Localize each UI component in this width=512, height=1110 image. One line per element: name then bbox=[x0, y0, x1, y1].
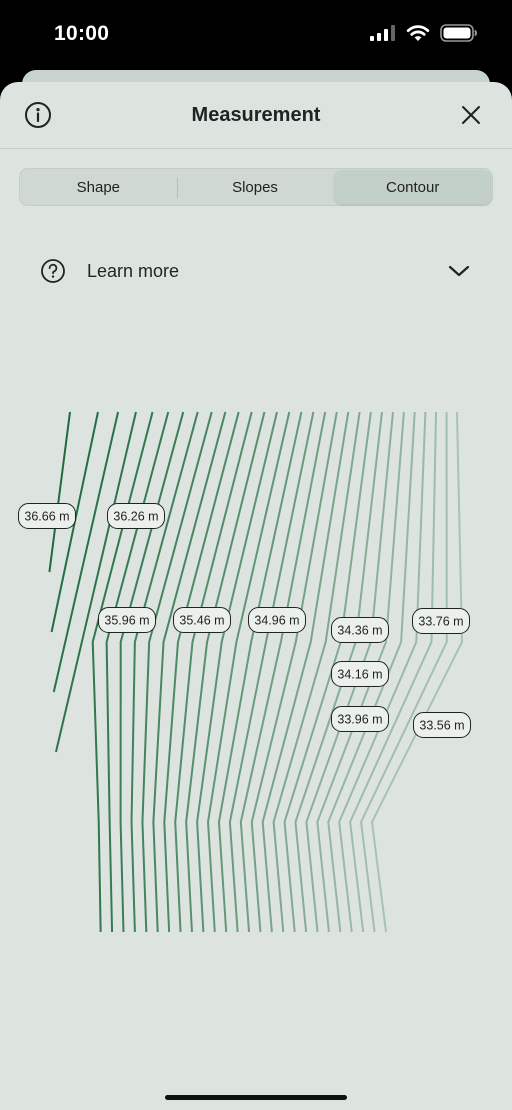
cellular-signal-icon bbox=[370, 25, 395, 41]
contour-label: 33.56 m bbox=[413, 712, 471, 738]
contour-label-text: 34.36 m bbox=[337, 624, 382, 638]
contour-label-text: 35.96 m bbox=[104, 614, 149, 628]
contour-label-text: 33.76 m bbox=[418, 615, 463, 629]
contour-label: 35.96 m bbox=[98, 607, 156, 633]
contour-label-text: 33.96 m bbox=[337, 713, 382, 727]
contour-label-text: 34.16 m bbox=[337, 668, 382, 682]
contour-line bbox=[185, 411, 266, 933]
contour-lines bbox=[48, 411, 463, 933]
contour-label-text: 36.26 m bbox=[113, 510, 158, 524]
contour-line bbox=[52, 411, 120, 693]
contour-label-text: 34.96 m bbox=[254, 614, 299, 628]
contour-label: 36.66 m bbox=[18, 503, 76, 529]
contour-line bbox=[105, 411, 170, 933]
contour-label: 33.76 m bbox=[412, 608, 470, 634]
contour-label: 35.46 m bbox=[173, 607, 231, 633]
measurement-sheet: Measurement Shape Slopes Contour Learn m… bbox=[0, 82, 512, 1110]
contour-label: 33.96 m bbox=[331, 706, 389, 732]
home-indicator bbox=[165, 1095, 347, 1100]
status-time: 10:00 bbox=[54, 22, 110, 45]
contour-label-text: 36.66 m bbox=[24, 510, 69, 524]
battery-icon bbox=[440, 24, 477, 42]
contour-line bbox=[54, 411, 137, 753]
contour-label: 34.36 m bbox=[331, 617, 389, 643]
contour-line bbox=[48, 411, 71, 573]
wifi-icon bbox=[406, 25, 430, 41]
contour-label-text: 33.56 m bbox=[419, 719, 464, 733]
status-bar: 10:00 bbox=[0, 0, 512, 70]
contour-label: 34.16 m bbox=[331, 661, 389, 687]
contour-label: 34.96 m bbox=[248, 607, 306, 633]
status-icons bbox=[370, 24, 478, 42]
contour-map: 36.66 m 36.26 m 35.96 m 35.46 m 34.96 m 34.36… bbox=[18, 411, 471, 933]
contour-line bbox=[174, 411, 253, 933]
contour-label: 36.26 m bbox=[107, 503, 165, 529]
contour-line bbox=[119, 411, 185, 933]
contour-label-text: 35.46 m bbox=[179, 614, 224, 628]
